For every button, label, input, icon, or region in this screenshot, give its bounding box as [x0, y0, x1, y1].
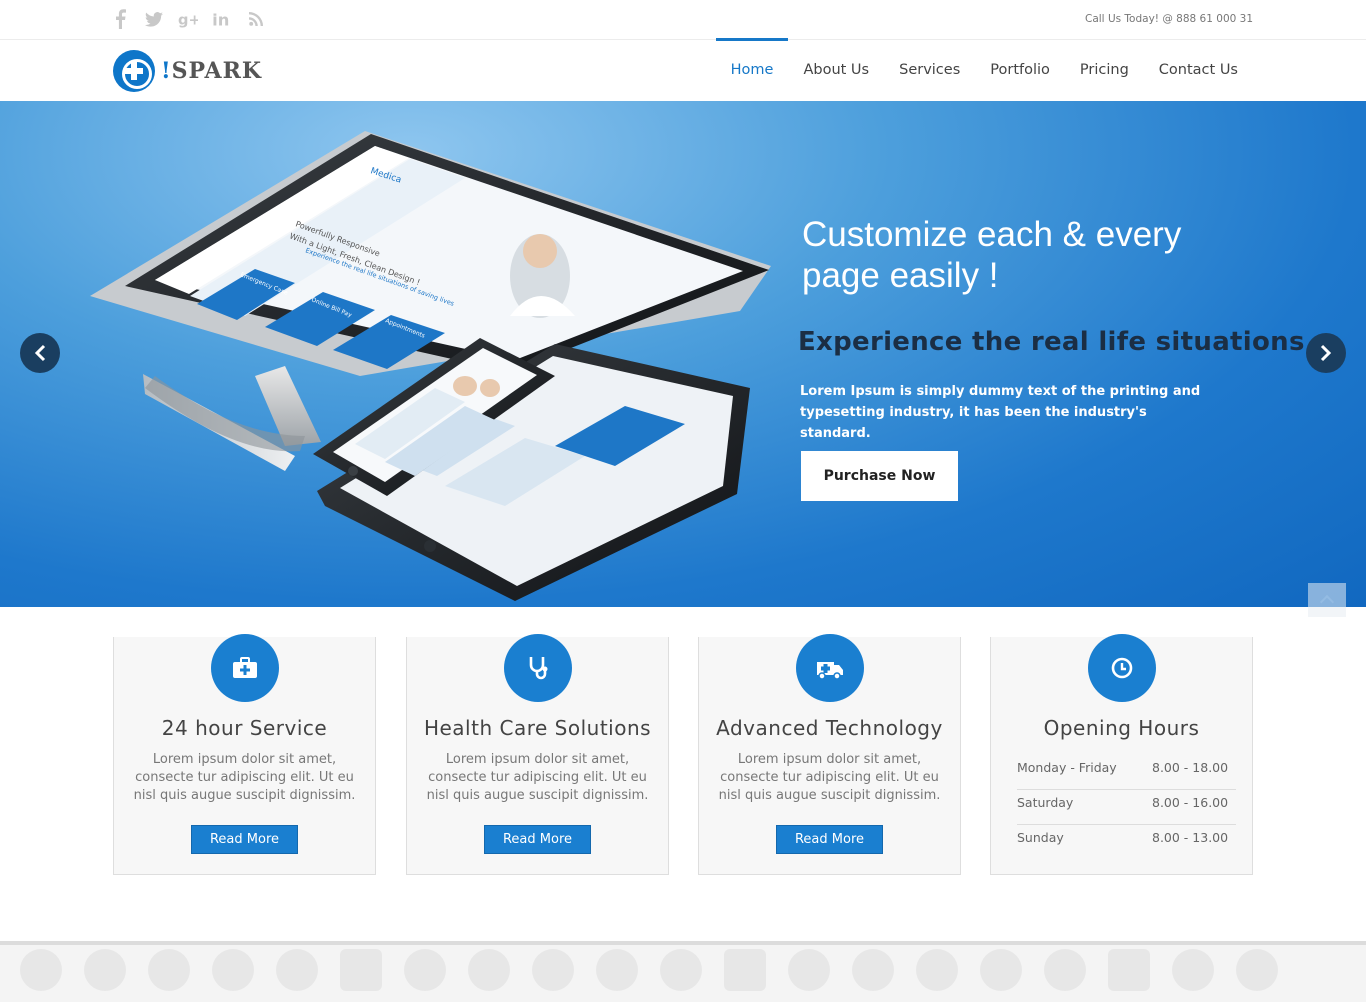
microscope-icon — [980, 949, 1022, 991]
hero-subheadline: Experience the real life situations — [798, 327, 1305, 357]
first-aid-kit-icon — [211, 634, 279, 702]
medical-kit-icon — [1108, 949, 1150, 991]
social-links: g+ in — [110, 8, 266, 30]
medical-kit-icon — [340, 949, 382, 991]
molecule-icon — [1044, 949, 1086, 991]
broken-heart-icon — [916, 949, 958, 991]
devices-mockup-image: Medica Powerfully Responsive With a Ligh… — [90, 131, 771, 601]
molecule-icon — [660, 949, 702, 991]
feature-title: Advanced Technology — [716, 716, 943, 740]
slider-prev-arrow[interactable] — [20, 333, 60, 373]
hero-headline: Customize each & every page easily ! — [802, 215, 1182, 295]
nav-portfolio[interactable]: Portfolio — [975, 40, 1065, 101]
linkedin-icon[interactable]: in — [212, 8, 232, 30]
microscope-icon — [212, 949, 254, 991]
opening-hours-card: Opening Hours Monday - Friday 8.00 - 18.0… — [990, 634, 1253, 875]
hours-row: Monday - Friday 8.00 - 18.00 — [1017, 755, 1236, 790]
feature-cards: 24 hour Service Lorem ipsum dolor sit am… — [113, 634, 1253, 875]
hours-row: Sunday 8.00 - 13.00 — [1017, 830, 1229, 845]
ambulance-icon — [796, 634, 864, 702]
scroll-to-top-button[interactable] — [1308, 583, 1346, 617]
microscope-icon — [596, 949, 638, 991]
svg-text:g+: g+ — [178, 11, 198, 28]
read-more-button[interactable]: Read More — [484, 825, 591, 854]
google-plus-icon[interactable]: g+ — [178, 8, 198, 30]
stethoscope-icon — [504, 634, 572, 702]
feature-text: Lorem ipsum dolor sit amet, consecte tur… — [133, 752, 356, 803]
rss-icon[interactable] — [246, 8, 266, 30]
molecule-icon — [276, 949, 318, 991]
facebook-icon[interactable] — [110, 8, 130, 30]
feature-title: Health Care Solutions — [423, 716, 652, 740]
nav-pricing[interactable]: Pricing — [1065, 40, 1144, 101]
doctor-icon — [852, 949, 894, 991]
read-more-button[interactable]: Read More — [776, 825, 883, 854]
site-logo[interactable]: !SPARK — [113, 50, 262, 92]
opening-hours-title: Opening Hours — [1043, 716, 1200, 740]
slider-next-arrow[interactable] — [1306, 333, 1346, 373]
doctor-icon — [1236, 949, 1278, 991]
clock-icon — [1088, 634, 1156, 702]
read-more-button[interactable]: Read More — [191, 825, 298, 854]
medical-cross-logo-icon — [113, 50, 155, 92]
nurse-icon — [788, 949, 830, 991]
opening-hours-table: Monday - Friday 8.00 - 18.00 Saturday 8.00… — [1017, 755, 1236, 860]
feature-text: Lorem ipsum dolor sit amet, consecte tur… — [718, 752, 941, 803]
medical-pattern-background — [0, 949, 1278, 991]
feature-card-health-care-solutions: Health Care Solutions Lorem ipsum dolor … — [406, 634, 669, 875]
doctor-icon — [84, 949, 126, 991]
twitter-icon[interactable] — [144, 8, 164, 30]
nav-home[interactable]: Home — [715, 38, 789, 101]
hours-row: Saturday 8.00 - 16.00 — [1017, 790, 1236, 825]
nurse-icon — [404, 949, 446, 991]
nav-about-us[interactable]: About Us — [788, 40, 884, 101]
feature-text: Lorem ipsum dolor sit amet, consecte tur… — [426, 752, 649, 803]
nurse-icon — [20, 949, 62, 991]
nav-services[interactable]: Services — [884, 40, 975, 101]
hero-slider: Medica Powerfully Responsive With a Ligh… — [0, 101, 1366, 607]
call-us-text: Call Us Today! @ 888 61 000 31 — [1085, 13, 1253, 25]
doctor-icon — [468, 949, 510, 991]
feature-title: 24 hour Service — [161, 716, 328, 740]
feature-card-advanced-technology: Advanced Technology Lorem ipsum dolor si… — [698, 634, 961, 875]
nurse-icon — [1172, 949, 1214, 991]
medical-pattern-band — [0, 941, 1366, 1002]
broken-heart-icon — [532, 949, 574, 991]
feature-card-24-hour-service: 24 hour Service Lorem ipsum dolor sit am… — [113, 634, 376, 875]
purchase-now-button[interactable]: Purchase Now — [801, 451, 958, 501]
top-bar: g+ in Call Us Today! @ 888 61 000 31 — [0, 0, 1366, 40]
medical-kit-icon — [724, 949, 766, 991]
main-menu: Home About Us Services Portfolio Pricing… — [715, 38, 1253, 101]
hero-description: Lorem Ipsum is simply dummy text of the … — [800, 384, 1201, 441]
svg-text:in: in — [212, 11, 229, 28]
broken-heart-icon — [148, 949, 190, 991]
nav-contact-us[interactable]: Contact Us — [1144, 40, 1253, 101]
brand-name: !SPARK — [161, 58, 262, 84]
